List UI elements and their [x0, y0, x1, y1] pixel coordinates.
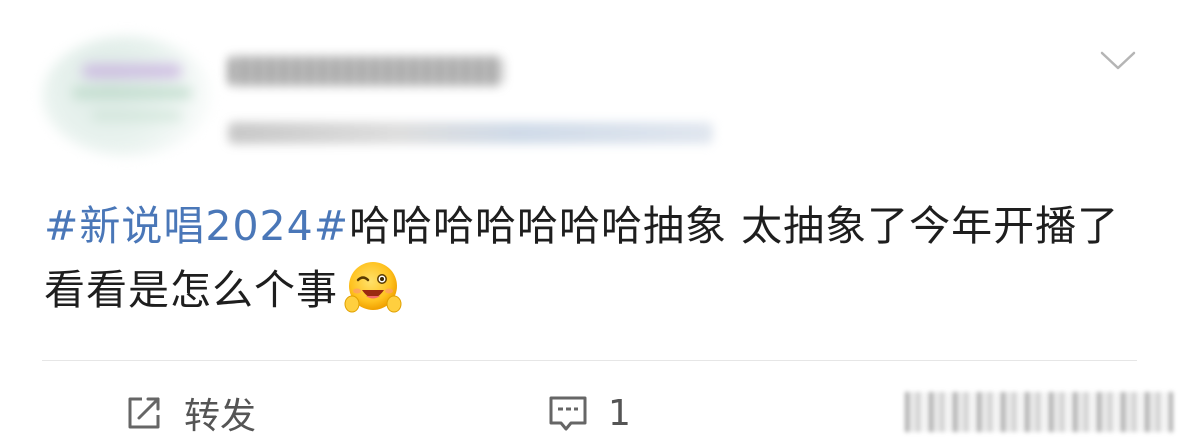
chevron-down-icon[interactable] — [1096, 44, 1140, 74]
comment-button[interactable]: 1 — [546, 388, 631, 438]
avatar[interactable] — [42, 36, 212, 156]
username-redacted[interactable] — [228, 56, 503, 86]
comment-count: 1 — [608, 392, 631, 434]
post-card: #新说唱2024#哈哈哈哈哈哈哈抽象 太抽象了今年开播了看看是怎么个事 转发 1 — [0, 0, 1179, 446]
share-icon — [122, 391, 166, 435]
hashtag-link[interactable]: #新说唱2024# — [44, 202, 349, 250]
post-meta-redacted — [228, 122, 713, 144]
avatar-detail — [72, 88, 192, 98]
avatar-detail — [92, 112, 182, 120]
post-text: #新说唱2024#哈哈哈哈哈哈哈抽象 太抽象了今年开播了看看是怎么个事 — [44, 194, 1144, 322]
divider — [42, 360, 1137, 361]
comment-icon — [546, 391, 590, 435]
wink-face-emoji — [344, 258, 402, 316]
repost-label: 转发 — [184, 396, 257, 437]
like-area-redacted[interactable] — [905, 392, 1173, 432]
repost-button[interactable]: 转发 — [122, 388, 256, 438]
avatar-detail — [82, 64, 182, 78]
